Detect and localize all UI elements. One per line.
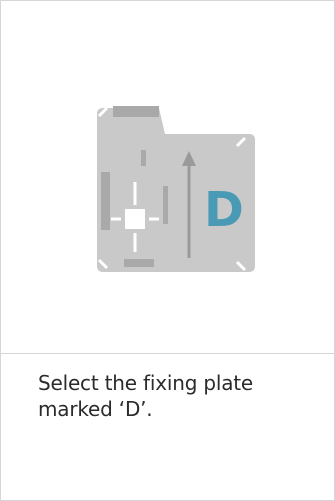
inner-left-slot <box>141 150 146 166</box>
fixing-plate-d-image: D <box>97 106 255 272</box>
instruction-text: Select the fixing plate marked ‘D’. <box>38 371 254 421</box>
top-slot <box>113 106 159 117</box>
bottom-slot <box>124 259 154 267</box>
instruction-card: D Select the fixing plate marked ‘D’. <box>0 0 335 501</box>
inner-right-slot <box>163 186 168 224</box>
text-panel: Select the fixing plate marked ‘D’. <box>1 354 334 500</box>
image-panel: D <box>1 1 334 354</box>
plate-letter: D <box>204 182 244 238</box>
left-slot <box>101 172 110 230</box>
